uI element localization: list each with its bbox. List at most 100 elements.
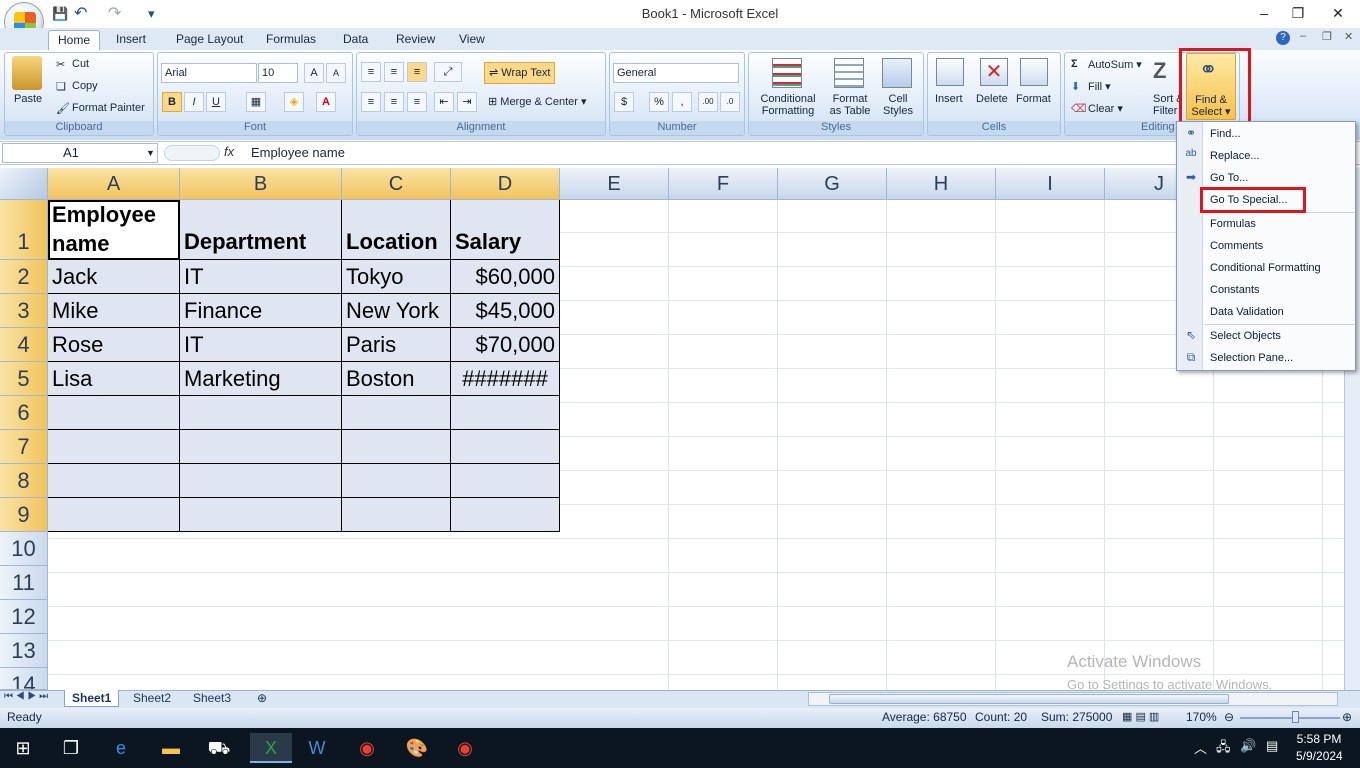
delete-cells-button[interactable]: Delete xyxy=(976,93,1008,105)
clear-button[interactable]: Clear ▾ xyxy=(1088,102,1123,115)
column-header-e[interactable]: E xyxy=(560,168,669,200)
menu-item-select-objects[interactable]: Select Objects xyxy=(1210,326,1281,346)
decrease-decimal-icon[interactable]: .0 xyxy=(720,92,740,112)
sheet-tab-2[interactable]: Sheet2 xyxy=(126,690,178,707)
tab-insert[interactable]: Insert xyxy=(110,30,152,50)
align-right-icon[interactable]: ≡ xyxy=(407,92,427,112)
copy-button[interactable]: Copy xyxy=(72,80,98,92)
ribbon-close-icon[interactable]: ✕ xyxy=(1344,30,1353,43)
table-cell[interactable]: Rose xyxy=(48,328,180,362)
zoom-in-icon[interactable]: ⊕ xyxy=(1342,710,1352,724)
row-header-14[interactable]: 14 xyxy=(0,668,48,690)
chrome-icon[interactable]: ◉ xyxy=(352,733,382,763)
column-header-i[interactable]: I xyxy=(996,168,1105,200)
horizontal-scrollbar[interactable] xyxy=(808,692,1338,706)
currency-button[interactable]: $ xyxy=(614,92,634,112)
edge-icon[interactable]: e xyxy=(106,733,136,763)
row-header-2[interactable]: 2 xyxy=(0,260,48,294)
undo-icon[interactable]: ↶ xyxy=(74,3,87,23)
customize-qat-icon[interactable]: ▾ xyxy=(148,6,155,22)
increase-indent-icon[interactable]: ⇥ xyxy=(457,92,477,112)
excel-taskbar-icon[interactable]: X xyxy=(250,733,292,763)
tray-chevron-icon[interactable]: ︿ xyxy=(1194,738,1207,757)
fill-color-icon[interactable]: ◈ xyxy=(284,92,304,112)
menu-item-conditional-formatting[interactable]: Conditional Formatting xyxy=(1210,258,1321,278)
tab-formulas[interactable]: Formulas xyxy=(260,30,322,50)
cut-button[interactable]: Cut xyxy=(72,58,89,70)
format-as-table-button[interactable]: Format as Table xyxy=(824,93,876,117)
fx-icon[interactable]: fx xyxy=(224,144,234,159)
table-cell[interactable]: Finance xyxy=(180,294,342,328)
start-icon[interactable]: ⊞ xyxy=(8,733,38,763)
format-cells-icon[interactable] xyxy=(1020,58,1048,86)
name-box[interactable]: A1 xyxy=(2,143,158,163)
tab-view[interactable]: View xyxy=(453,30,491,50)
paste-icon[interactable] xyxy=(12,56,42,90)
format-as-table-icon[interactable] xyxy=(834,58,864,88)
fill-button[interactable]: Fill ▾ xyxy=(1088,80,1111,93)
format-cells-button[interactable]: Format xyxy=(1016,93,1051,105)
name-box-dropdown-icon[interactable]: ▼ xyxy=(146,148,155,158)
table-cell[interactable]: $45,000 xyxy=(451,294,560,328)
tab-page-layout[interactable]: Page Layout xyxy=(170,30,249,50)
row-header-9[interactable]: 9 xyxy=(0,498,48,532)
align-left-icon[interactable]: ≡ xyxy=(361,92,381,112)
zoom-level[interactable]: 170% xyxy=(1186,710,1217,724)
column-header-b[interactable]: B xyxy=(180,168,342,200)
cell-a1[interactable]: Employee name xyxy=(48,200,180,260)
close-button[interactable]: ✕ xyxy=(1316,0,1360,26)
formula-expander[interactable] xyxy=(164,145,220,161)
row-header-6[interactable]: 6 xyxy=(0,396,48,430)
row-header-5[interactable]: 5 xyxy=(0,362,48,396)
sort-filter-icon[interactable]: Z xyxy=(1153,58,1166,84)
table-cell[interactable]: IT xyxy=(180,328,342,362)
align-center-icon[interactable]: ≡ xyxy=(384,92,404,112)
row-header-4[interactable]: 4 xyxy=(0,328,48,362)
column-header-d[interactable]: D xyxy=(451,168,560,200)
tab-review[interactable]: Review xyxy=(390,30,441,50)
ribbon-restore-icon[interactable]: ❐ xyxy=(1322,30,1332,43)
table-cell[interactable]: $60,000 xyxy=(451,260,560,294)
column-header-h[interactable]: H xyxy=(887,168,996,200)
grow-font-icon[interactable]: A xyxy=(304,63,324,83)
align-top-icon[interactable]: ≡ xyxy=(361,62,381,82)
bold-button[interactable]: B xyxy=(162,92,182,112)
font-color-icon[interactable]: A xyxy=(316,92,336,112)
chrome-profile-icon[interactable]: ◉ xyxy=(450,733,480,763)
cell-styles-button[interactable]: Cell Styles xyxy=(878,93,918,117)
cell-styles-icon[interactable] xyxy=(882,58,912,88)
row-header-10[interactable]: 10 xyxy=(0,532,48,566)
sort-filter-button[interactable]: Sort & Filter xyxy=(1153,93,1181,117)
insert-cells-button[interactable]: Insert xyxy=(935,93,963,105)
insert-sheet-icon[interactable]: ⊕ xyxy=(250,690,274,707)
cell-d1[interactable]: Salary xyxy=(451,200,560,260)
insert-cells-icon[interactable] xyxy=(936,58,964,86)
paint-icon[interactable]: 🎨 xyxy=(402,733,432,763)
table-cell[interactable]: IT xyxy=(180,260,342,294)
font-name-select[interactable]: Arial xyxy=(161,63,257,83)
tab-data[interactable]: Data xyxy=(337,30,374,50)
zoom-slider[interactable] xyxy=(1240,717,1340,719)
action-center-icon[interactable]: ▤ xyxy=(1266,738,1278,754)
autosum-button[interactable]: AutoSum ▾ xyxy=(1088,58,1142,71)
table-cell[interactable]: Mike xyxy=(48,294,180,328)
sheet-tab-3[interactable]: Sheet3 xyxy=(186,690,238,707)
row-header-12[interactable]: 12 xyxy=(0,600,48,634)
zoom-slider-thumb[interactable] xyxy=(1292,711,1299,723)
increase-decimal-icon[interactable]: .00 xyxy=(698,92,718,112)
clock-time[interactable]: 5:58 PM xyxy=(1296,732,1342,746)
menu-item-data-validation[interactable]: Data Validation xyxy=(1210,302,1284,322)
clock-date[interactable]: 5/9/2024 xyxy=(1296,749,1343,763)
column-header-g[interactable]: G xyxy=(778,168,887,200)
align-bottom-icon[interactable]: ≡ xyxy=(407,62,427,82)
zoom-out-icon[interactable]: ⊖ xyxy=(1224,710,1234,724)
delete-cells-icon[interactable]: ✕ xyxy=(980,58,1008,86)
cell-b1[interactable]: Department xyxy=(180,200,342,260)
menu-item-formulas[interactable]: Formulas xyxy=(1210,214,1256,234)
row-header-13[interactable]: 13 xyxy=(0,634,48,668)
menu-item-replace[interactable]: Replace... xyxy=(1210,146,1260,166)
ribbon-minimize-icon[interactable]: – xyxy=(1300,30,1306,42)
column-header-a[interactable]: A xyxy=(48,168,180,200)
align-middle-icon[interactable]: ≡ xyxy=(384,62,404,82)
borders-icon[interactable]: ▦ xyxy=(246,92,266,112)
